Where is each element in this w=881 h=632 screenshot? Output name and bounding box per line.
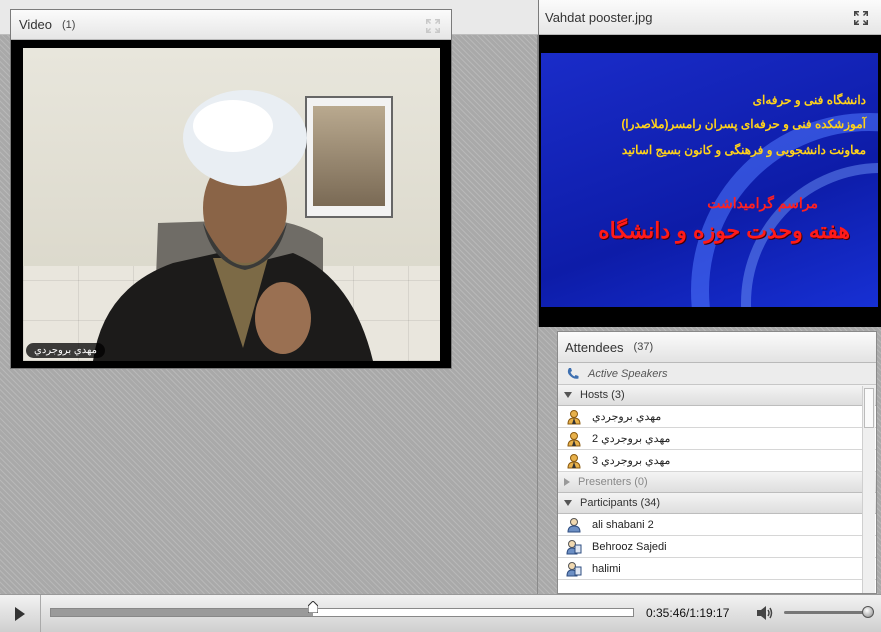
seek-progress (51, 609, 314, 616)
attendee-row[interactable]: halimi (558, 558, 876, 580)
seek-bar[interactable] (50, 608, 634, 617)
attendee-name: ali shabani 2 (592, 518, 654, 531)
speaker-figure-image (93, 90, 373, 361)
seek-handle[interactable] (308, 601, 319, 613)
host-user-icon (567, 431, 581, 446)
playback-time: 0:35:46/1:19:17 (646, 606, 730, 620)
shared-slide: دانشگاه فنی و حرفه‌ای آموزشکده فنی و حرف… (541, 53, 878, 307)
attendee-row[interactable]: مهدي بروجردي 3 (558, 450, 876, 472)
volume-icon[interactable] (756, 605, 774, 621)
slide-line-3: معاونت دانشجویی و فرهنگی و کانون بسیج اس… (621, 143, 866, 157)
participant-user-icon (566, 539, 582, 554)
attendee-row[interactable]: مهدي بروجردي (558, 406, 876, 428)
attendee-name: مهدي بروجردي (592, 411, 662, 423)
collapse-arrow-icon (564, 478, 570, 486)
video-name-tag: مهدي بروجردي (26, 343, 105, 358)
slide-title-large: هفته وحدت حوزه و دانشگاه (598, 218, 850, 243)
expand-arrow-icon (564, 392, 572, 398)
slide-line-2: آموزشکده فنی و حرفه‌ای پسران رامسر(ملاصد… (621, 117, 866, 131)
participants-section-header[interactable]: Participants (34) (558, 493, 876, 514)
attendee-name: halimi (592, 562, 621, 575)
attendees-count: (37) (633, 341, 654, 353)
presenters-section-header[interactable]: Presenters (0) (558, 472, 876, 493)
participant-user-icon (566, 561, 582, 576)
volume-slider[interactable] (784, 611, 872, 614)
attendee-name: مهدي بروجردي 3 (592, 455, 671, 467)
video-pod: Video (1) مهدي بروجردي (10, 9, 452, 369)
expand-arrow-icon (564, 500, 572, 506)
participant-user-icon (567, 517, 581, 532)
attendee-row[interactable]: Behrooz Sajedi (558, 536, 876, 558)
host-user-icon (567, 453, 581, 468)
active-speakers-bar: Active Speakers (558, 363, 876, 385)
video-feed: مهدي بروجردي (23, 48, 440, 361)
video-pod-count: (1) (62, 18, 76, 31)
attendee-name: Behrooz Sajedi (592, 540, 667, 553)
presenters-section-label: Presenters (0) (578, 476, 648, 488)
share-pod: Vahdat pooster.jpg دانشگاه فنی و حرفه‌ای… (538, 0, 881, 327)
phone-icon (567, 367, 579, 379)
attendee-name: مهدي بروجردي 2 (592, 433, 671, 445)
active-speakers-label: Active Speakers (588, 367, 668, 380)
attendee-row[interactable]: ali shabani 2 (558, 514, 876, 536)
video-pod-title: Video (19, 17, 53, 32)
volume-handle[interactable] (861, 606, 874, 618)
scrollbar-thumb[interactable] (864, 388, 874, 428)
play-icon (15, 606, 25, 621)
fullscreen-icon[interactable] (425, 18, 441, 34)
meeting-stage: Video (1) مهدي بروجردي (0, 0, 538, 594)
fullscreen-icon[interactable] (853, 10, 869, 26)
attendees-pod: Attendees (37) Active Speakers Hosts (3)… (557, 331, 877, 594)
slide-line-1: دانشگاه فنی و حرفه‌ای (752, 93, 866, 107)
hosts-section-label: Hosts (3) (580, 389, 625, 401)
attendees-scrollbar[interactable] (862, 386, 875, 593)
hosts-section-header[interactable]: Hosts (3) (558, 385, 876, 406)
attendee-row-partial[interactable] (558, 580, 876, 590)
participants-section-label: Participants (34) (580, 497, 661, 509)
attendees-header: Attendees (37) (558, 332, 876, 363)
share-pod-header: Vahdat pooster.jpg (539, 0, 881, 35)
attendees-title: Attendees (565, 339, 624, 355)
host-user-icon (567, 409, 581, 424)
playback-bar: 0:35:46/1:19:17 (0, 594, 881, 632)
attendee-row[interactable]: مهدي بروجردي 2 (558, 428, 876, 450)
slide-title-small: مراسم گرامیداشت (707, 195, 818, 211)
play-button[interactable] (0, 595, 41, 632)
video-pod-header: Video (1) (11, 10, 451, 40)
share-pod-title: Vahdat pooster.jpg (545, 9, 653, 25)
